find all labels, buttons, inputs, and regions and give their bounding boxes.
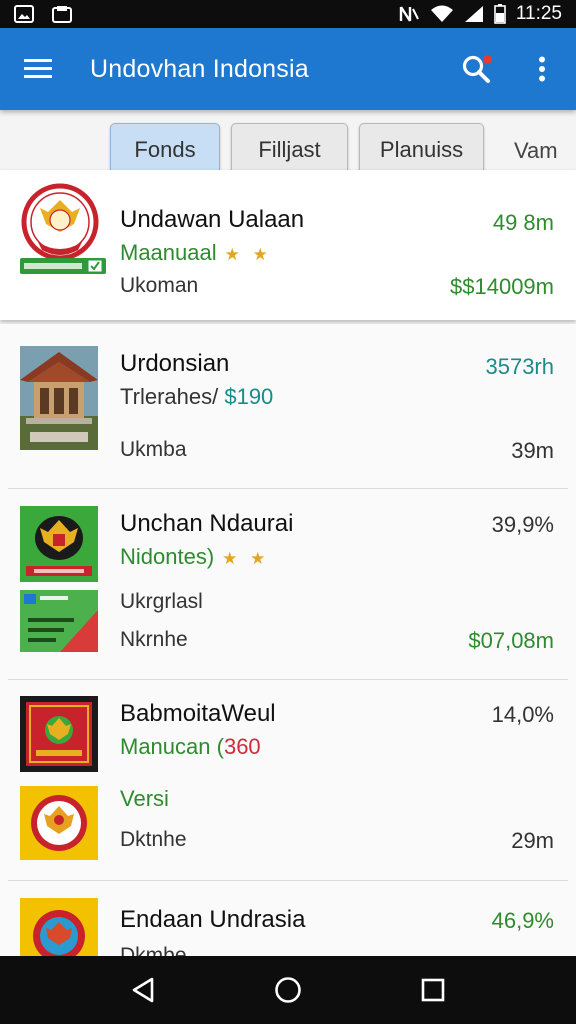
app-bar: Undovhan Indonsia (0, 28, 576, 110)
home-icon (275, 977, 301, 1003)
item-meta: Ukoman (120, 274, 199, 297)
item-meta: Nkrnhe (120, 628, 188, 651)
item-subtitle-text: Maanuaal (120, 240, 217, 265)
rating-stars-icon: ★ ★ (222, 549, 270, 568)
recents-button[interactable] (409, 966, 457, 1014)
menu-button[interactable] (18, 49, 58, 89)
battery-icon (494, 4, 506, 24)
green-card-thumbnail (20, 590, 98, 652)
more-vert-icon (539, 56, 545, 82)
garuda-yellow-thumbnail (20, 786, 98, 860)
item-name: BabmoitaWeul (120, 700, 276, 727)
list-item[interactable]: BabmoitaWeul Manucan (360 Versi Dktnhe 1… (0, 682, 576, 878)
back-icon (132, 977, 153, 1003)
item-subtitle-text: Manucan ( (120, 734, 224, 759)
item-name: Undawan Ualaan (120, 206, 305, 233)
item-value-bottom: 29m (511, 828, 554, 853)
item-subtitle: Maanuaal ★ ★ (120, 240, 272, 266)
filter-chip-filljast[interactable]: Filljast (231, 123, 348, 177)
notification-icon (52, 5, 72, 23)
image-icon (14, 5, 34, 23)
status-bar: 11:25 (0, 0, 576, 28)
item-meta-secondary: Ukrgrlasl (120, 590, 203, 613)
garuda-flag-thumbnail (20, 506, 98, 582)
item-count: 360 (223, 734, 261, 759)
garuda-yellow-thumbnail (20, 898, 98, 956)
divider (8, 679, 568, 680)
item-meta: Dktnhe (120, 828, 187, 851)
status-time: 11:25 (515, 3, 562, 24)
list-item[interactable]: Unchan Ndaurai Nidontes) ★ ★ Ukrgrlasl Nk… (0, 490, 576, 678)
item-price: $190 (224, 384, 274, 409)
item-value-bottom: $$14009m (450, 274, 554, 299)
item-subtitle-text: Trlerahes/ (120, 384, 219, 409)
featured-item-card[interactable]: Undawan Ualaan Maanuaal ★ ★ Ukoman 49 8m … (0, 170, 576, 320)
notification-dot (483, 55, 492, 64)
item-meta: Dkmbe (120, 944, 187, 956)
item-subtitle: Manucan (360 (120, 734, 261, 760)
item-name: Endaan Undrasia (120, 906, 306, 933)
nfc-icon (398, 5, 420, 23)
list-item[interactable]: Endaan Undrasia Dkmbe 46,9% (0, 884, 576, 956)
item-value-top: 3573rh (485, 354, 554, 379)
item-subtitle: Nidontes) ★ ★ (120, 544, 269, 570)
menu-icon (24, 59, 52, 78)
garuda-red-thumbnail (20, 696, 98, 772)
back-button[interactable] (119, 966, 167, 1014)
item-value-top: 39,9% (491, 512, 554, 537)
navigation-bar (0, 956, 576, 1024)
divider (8, 488, 568, 489)
filter-chip-fonds[interactable]: Fonds (110, 123, 220, 177)
emblem-badge-thumbnail (18, 180, 108, 285)
item-value-bottom: 39m (511, 438, 554, 463)
divider (8, 880, 568, 881)
app-title: Undovhan Indonsia (90, 54, 309, 83)
content-area: Fonds Filljast Planuiss Vam Undawan Uala… (0, 110, 576, 956)
item-subtitle-text: Nidontes) (120, 544, 215, 569)
wifi-icon (430, 5, 454, 23)
more-options-button[interactable] (522, 47, 562, 91)
filter-chip-more[interactable]: Vam (514, 138, 558, 164)
item-list: Urdonsian Trlerahes/ $190 Ukmba 3573rh 3… (0, 324, 576, 956)
recents-icon (422, 978, 445, 1002)
item-version: Versi (120, 786, 169, 811)
home-button[interactable] (264, 966, 312, 1014)
item-subtitle: Trlerahes/ $190 (120, 384, 273, 410)
item-meta: Ukmba (120, 438, 187, 461)
item-name: Urdonsian (120, 350, 230, 377)
pavilion-photo-thumbnail (20, 346, 98, 450)
search-button[interactable] (454, 47, 498, 91)
screen: 11:25 Undovhan Indonsia Fonds Filljast P… (0, 0, 576, 1024)
item-value-top: 46,9% (491, 908, 554, 933)
filter-chip-planuiss[interactable]: Planuiss (359, 123, 484, 177)
rating-stars-icon: ★ ★ (224, 245, 272, 264)
signal-icon (464, 5, 484, 23)
item-name: Unchan Ndaurai (120, 510, 294, 537)
item-value-top: 14,0% (491, 702, 554, 727)
list-item[interactable]: Urdonsian Trlerahes/ $190 Ukmba 3573rh 3… (0, 324, 576, 484)
item-value-bottom: $07,08m (468, 628, 554, 653)
item-value-top: 49 8m (492, 210, 554, 235)
